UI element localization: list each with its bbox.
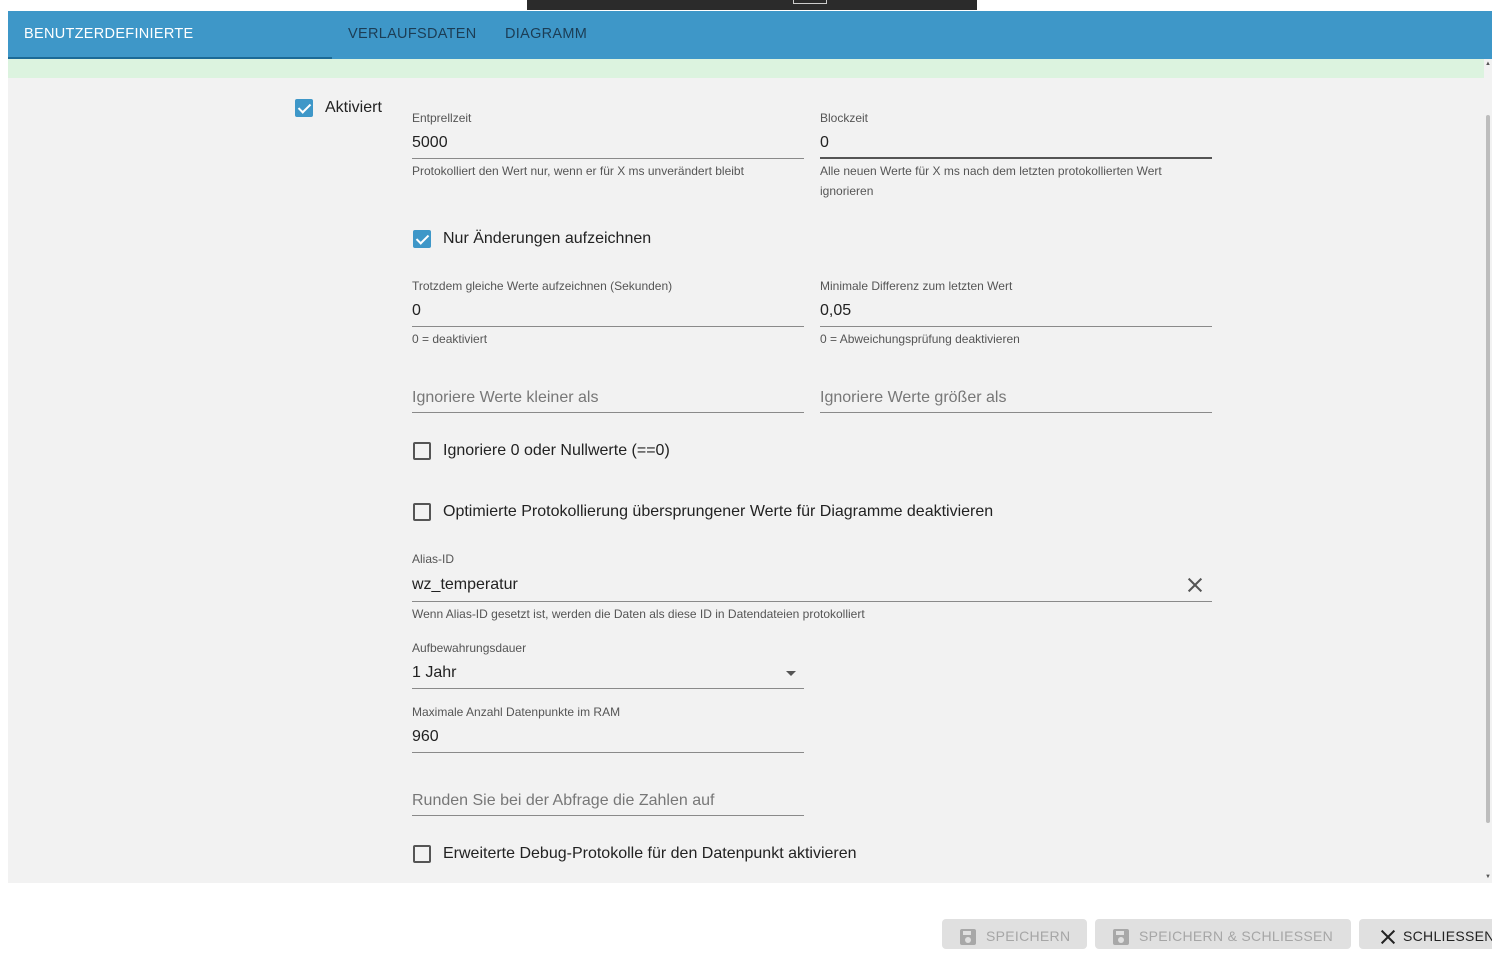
min-diff-underline [820, 326, 1212, 327]
tab-bar: BENUTZERDEFINIERTE EINSTELLUNGEN VERLAUF… [8, 11, 1492, 88]
min-diff-help: 0 = Abweichungsprüfung deaktivieren [820, 332, 1020, 346]
alias-label: Alias-ID [412, 552, 455, 566]
ignore-above-input[interactable]: Ignoriere Werte größer als [820, 389, 1006, 407]
scroll-down-icon[interactable]: ▼ [1485, 874, 1491, 880]
same-values-underline [412, 326, 804, 327]
debug-checkbox[interactable] [413, 845, 431, 863]
save-close-button[interactable]: SPEICHERN & SCHLIESSEN [1095, 919, 1351, 949]
ignore-below-underline [412, 412, 804, 413]
round-underline [412, 815, 804, 816]
blocktime-underline [820, 157, 1212, 159]
max-points-label: Maximale Anzahl Datenpunkte im RAM [412, 705, 621, 719]
ignore-below-input[interactable]: Ignoriere Werte kleiner als [412, 389, 598, 407]
scrollbar[interactable]: ▲ ▼ [1484, 59, 1492, 883]
status-strip [8, 59, 1484, 78]
close-button[interactable]: SCHLIESSEN [1359, 919, 1492, 949]
save-icon [960, 929, 976, 945]
save-button-label: SPEICHERN [986, 928, 1071, 944]
retention-underline [412, 688, 804, 689]
window-top-strip [527, 0, 977, 10]
save-icon [1113, 929, 1129, 945]
disable-optimized-label: Optimierte Protokollierung übersprungene… [443, 503, 994, 520]
same-values-input[interactable]: 0 [412, 302, 421, 320]
debounce-underline [412, 158, 804, 159]
settings-panel [8, 78, 1484, 883]
save-button[interactable]: SPEICHERN [942, 919, 1087, 949]
debounce-label: Entprellzeit [412, 111, 472, 125]
ignore-above-underline [820, 412, 1212, 413]
disable-optimized-checkbox[interactable] [413, 503, 431, 521]
window-handle [793, 0, 827, 4]
ignore-zero-label: Ignoriere 0 oder Nullwerte (==0) [443, 442, 670, 459]
close-button-label: SCHLIESSEN [1403, 928, 1492, 944]
dropdown-arrow-icon[interactable] [786, 671, 796, 676]
same-values-label: Trotzdem gleiche Werte aufzeichnen (Seku… [412, 279, 673, 293]
max-points-underline [412, 752, 804, 753]
blocktime-help: Alle neuen Werte für X ms nach dem letzt… [820, 164, 1162, 198]
round-input[interactable]: Runden Sie bei der Abfrage die Zahlen au… [412, 792, 714, 810]
alias-underline [412, 601, 1212, 602]
tab-custom-settings[interactable]: BENUTZERDEFINIERTE EINSTELLUNGEN [8, 11, 332, 88]
same-values-help: 0 = deaktiviert [412, 332, 488, 346]
retention-select[interactable]: 1 Jahr [412, 664, 456, 682]
save-close-button-label: SPEICHERN & SCHLIESSEN [1139, 928, 1334, 944]
blocktime-label: Blockzeit [820, 111, 869, 125]
alias-help: Wenn Alias-ID gesetzt ist, werden die Da… [412, 607, 865, 621]
enabled-label: Aktiviert [325, 99, 382, 116]
min-diff-input[interactable]: 0,05 [820, 302, 851, 320]
debounce-input[interactable]: 5000 [412, 134, 448, 152]
tab-history-data[interactable]: VERLAUFSDATEN [348, 11, 477, 59]
max-points-input[interactable]: 960 [412, 728, 439, 746]
debounce-help: Protokolliert den Wert nur, wenn er für … [412, 164, 744, 178]
min-diff-label: Minimale Differenz zum letzten Wert [820, 279, 1013, 293]
enabled-checkbox[interactable] [295, 99, 313, 117]
alias-input[interactable]: wz_temperatur [412, 576, 518, 594]
debug-label: Erweiterte Debug-Protokolle für den Date… [443, 845, 857, 862]
scroll-up-icon[interactable]: ▲ [1485, 61, 1491, 67]
scrollbar-thumb[interactable] [1486, 115, 1490, 823]
retention-label: Aufbewahrungsdauer [412, 641, 527, 655]
ignore-zero-checkbox[interactable] [413, 442, 431, 460]
changes-only-checkbox[interactable] [413, 230, 431, 248]
blocktime-input[interactable]: 0 [820, 134, 829, 152]
tab-chart[interactable]: DIAGRAMM [505, 11, 587, 59]
changes-only-label: Nur Änderungen aufzeichnen [443, 230, 652, 247]
close-icon[interactable] [1188, 578, 1202, 592]
